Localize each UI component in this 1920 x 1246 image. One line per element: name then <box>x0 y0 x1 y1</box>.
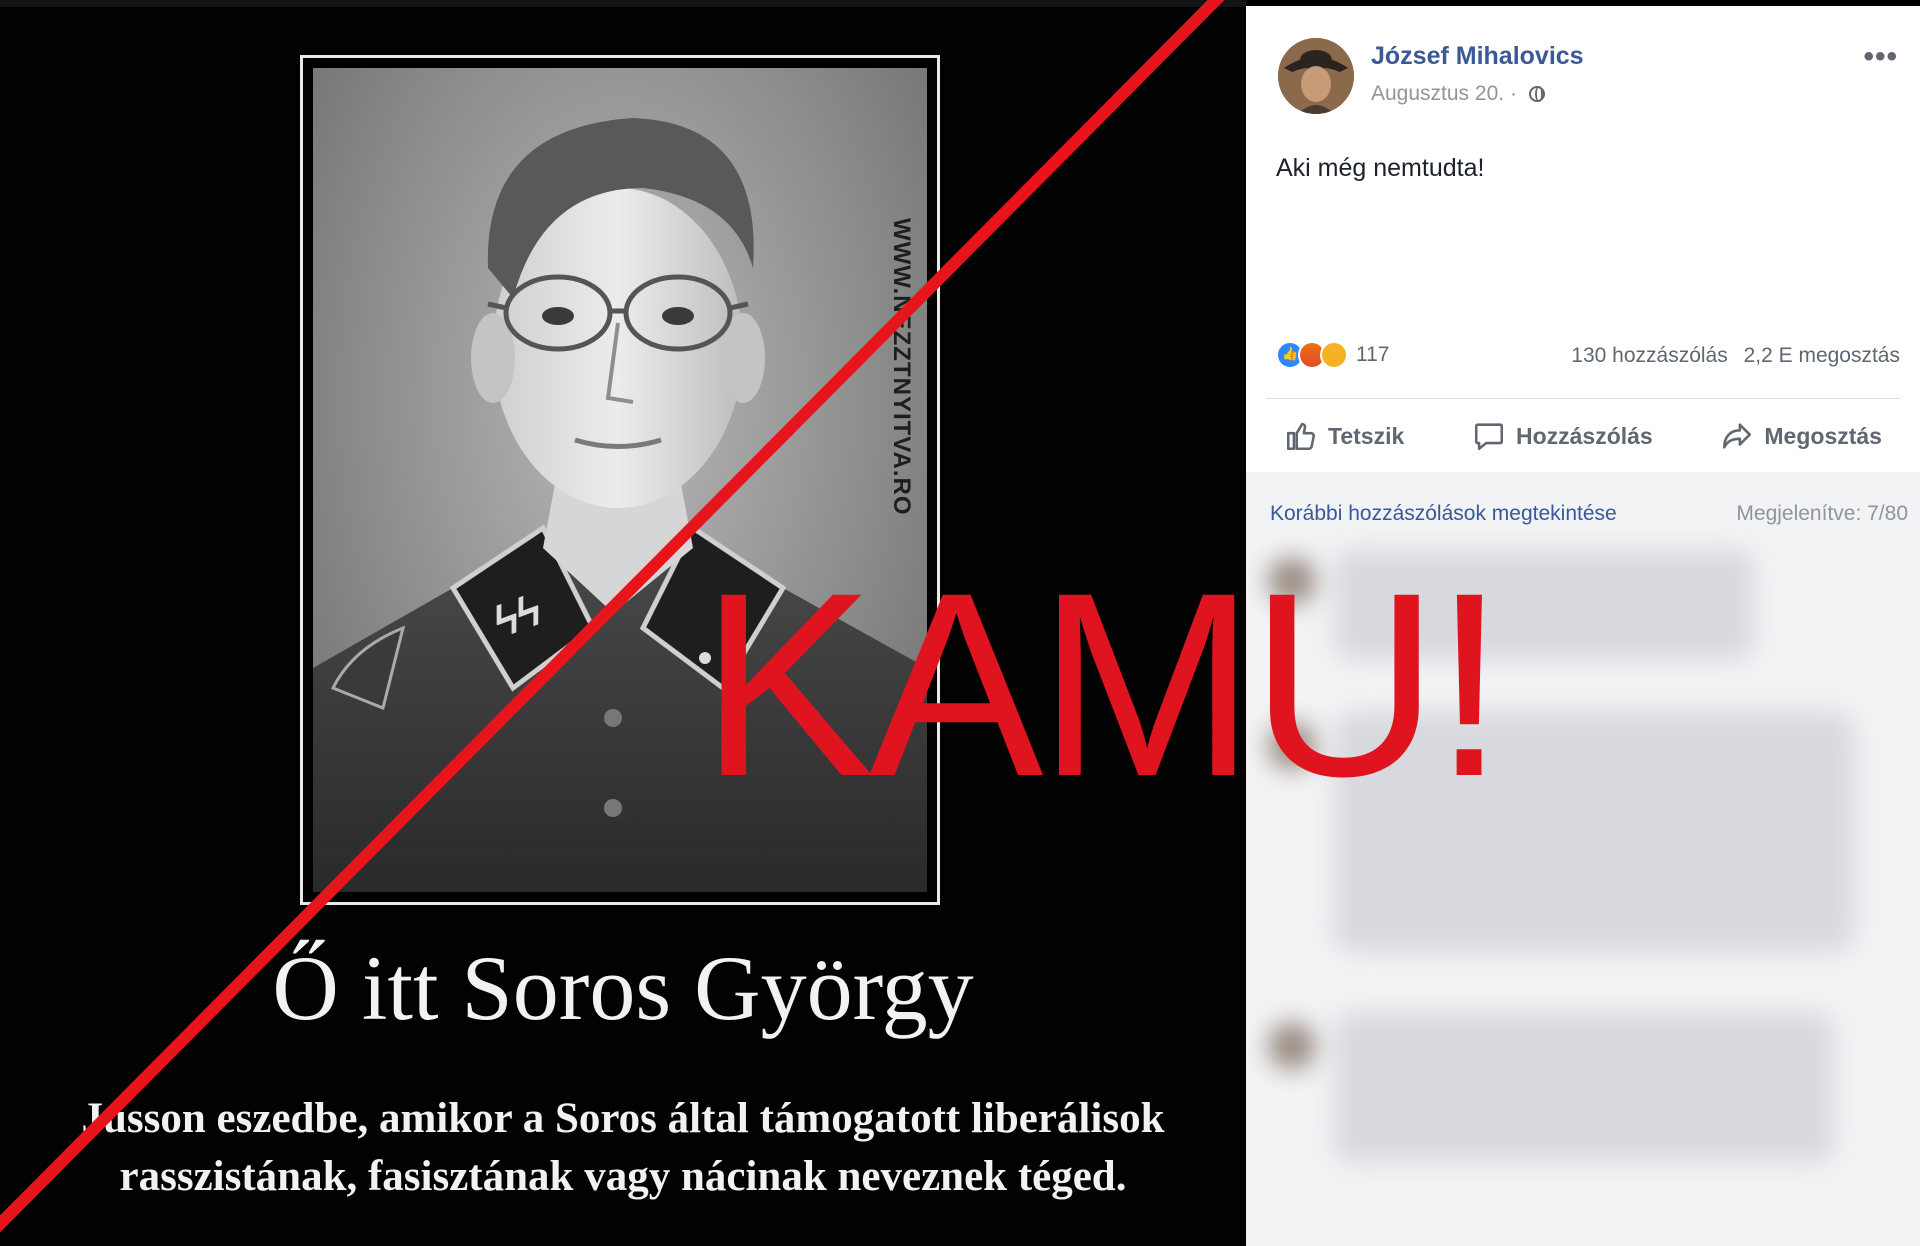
share-label: Megosztás <box>1764 422 1882 449</box>
share-icon <box>1723 423 1752 449</box>
comments-section: Korábbi hozzászólások megtekintése Megje… <box>1246 472 1920 1246</box>
globe-icon <box>1528 86 1545 103</box>
share-button[interactable]: Megosztás <box>1702 419 1900 453</box>
comment-bubble <box>1334 1012 1834 1162</box>
comment-bubble <box>1334 550 1754 660</box>
shares-count-link[interactable]: 2,2 E megosztás <box>1744 344 1900 367</box>
blurred-comments <box>1246 542 1920 1246</box>
meme-caption: Jusson eszedbe, amikor a Soros által tám… <box>15 1090 1231 1206</box>
comment-icon <box>1474 423 1503 451</box>
watermark-text: WWW.NEZZTNYITVA.RO <box>888 218 915 516</box>
portrait-drawing: ϟϟ <box>313 118 927 892</box>
screenshot: ϟϟ WWW.NEZZTNYITVA.RO Ő itt Soros György… <box>0 0 1920 1246</box>
comment-avatar <box>1268 557 1316 605</box>
thumbs-up-icon <box>1286 422 1316 451</box>
comment-button[interactable]: Hozzászólás <box>1454 419 1671 453</box>
shown-comments-count: Megjelenítve: 7/80 <box>1736 502 1908 525</box>
post-text: Aki még nemtudta! <box>1276 154 1485 182</box>
meme-caption-line-2: rasszistának, fasisztának vagy nácinak n… <box>119 1153 1127 1200</box>
author-name[interactable]: József Mihalovics <box>1371 42 1584 71</box>
avatar-image <box>1278 38 1354 114</box>
comment-avatar <box>1268 722 1316 770</box>
comments-count-link[interactable]: 130 hozzászólás <box>1571 344 1727 367</box>
engagement-counts: 130 hozzászólás 2,2 E megosztás <box>1561 344 1900 368</box>
like-button[interactable]: Tetszik <box>1266 419 1422 453</box>
comment-label: Hozzászólás <box>1515 422 1653 449</box>
comment-avatar <box>1268 1022 1316 1070</box>
meme-title: Ő itt Soros György <box>272 937 974 1039</box>
more-options-icon[interactable]: ••• <box>1863 40 1898 74</box>
view-previous-comments-link[interactable]: Korábbi hozzászólások megtekintése <box>1270 502 1617 526</box>
comment-bubble <box>1334 712 1854 952</box>
reaction-count: 117 <box>1356 343 1390 366</box>
facebook-post: József Mihalovics Augusztus 20. · ••• Ak… <box>1246 6 1920 1246</box>
author-avatar[interactable] <box>1278 38 1354 114</box>
like-label: Tetszik <box>1328 422 1405 449</box>
post-date[interactable]: Augusztus 20. <box>1371 82 1504 105</box>
post-meta: Augusztus 20. · <box>1371 82 1545 106</box>
portrait-photo: ϟϟ WWW.NEZZTNYITVA.RO <box>313 68 927 892</box>
meme-image: ϟϟ WWW.NEZZTNYITVA.RO Ő itt Soros György… <box>0 0 1246 1246</box>
meta-separator: · <box>1509 82 1523 105</box>
photo-frame: ϟϟ WWW.NEZZTNYITVA.RO <box>300 55 940 905</box>
haha-reaction-icon <box>1320 341 1348 369</box>
meme-top-strip <box>0 0 1246 7</box>
post-actions: Tetszik Hozzászólás Megosztás <box>1266 400 1900 472</box>
meme-caption-line-1: Jusson eszedbe, amikor a Soros által tám… <box>81 1095 1165 1142</box>
reactions-summary[interactable]: 117 <box>1276 340 1389 370</box>
divider <box>1266 398 1900 399</box>
